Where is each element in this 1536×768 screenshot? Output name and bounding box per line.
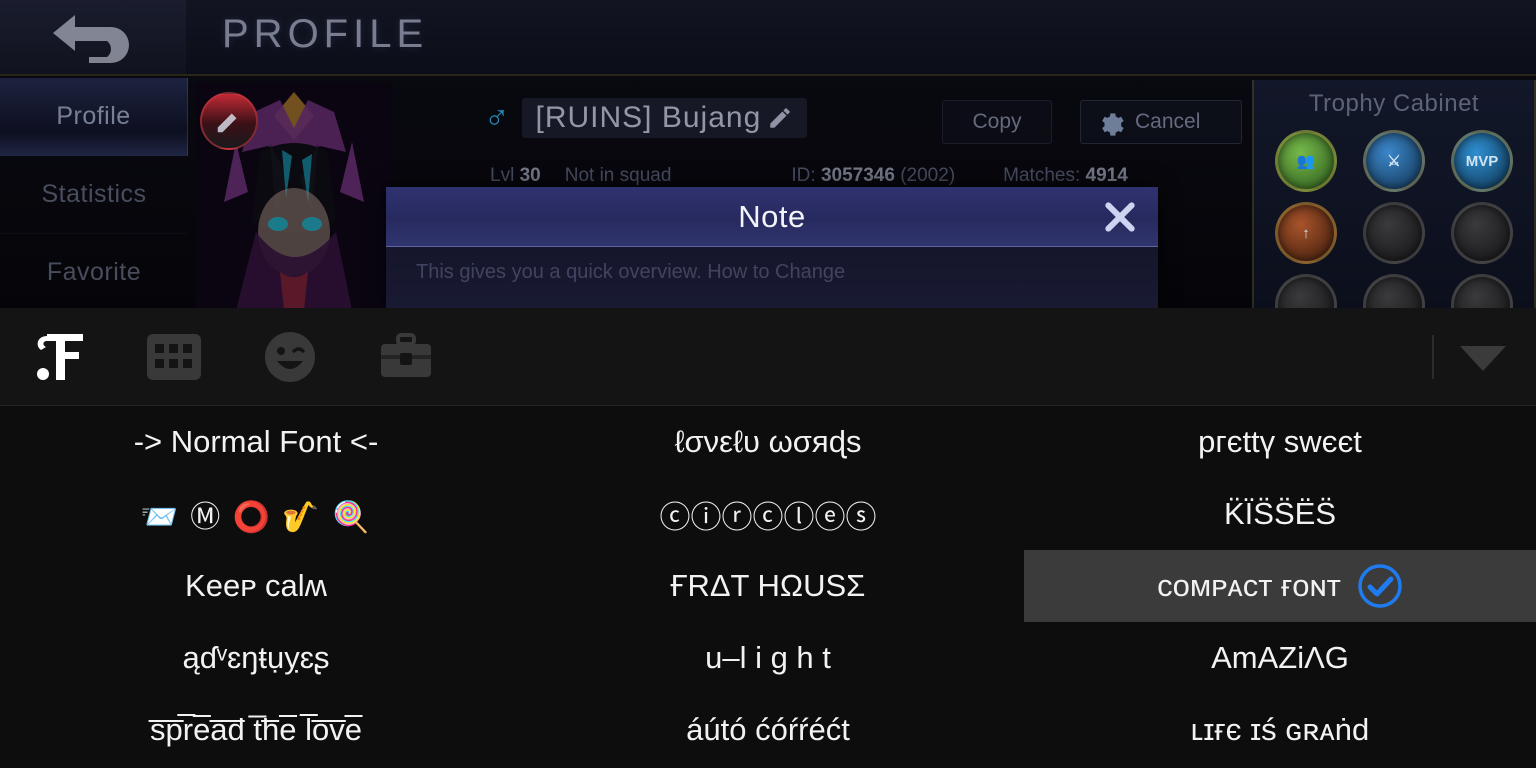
font-option[interactable]: u–l i g h t bbox=[512, 622, 1024, 694]
emoji-icon-button[interactable] bbox=[232, 308, 348, 406]
legend-badge[interactable]: ↑ bbox=[1275, 202, 1337, 264]
pencil-badge-icon bbox=[217, 113, 237, 133]
font-option-label: ҒRΔT HΩUSΣ bbox=[670, 568, 866, 603]
mvp-badge[interactable]: MVP bbox=[1451, 130, 1513, 192]
sidebar-item-statistics[interactable]: Statistics bbox=[0, 156, 188, 234]
font-option[interactable]: áútó ćóŕŕéćt bbox=[512, 694, 1024, 766]
locked-badge-1[interactable] bbox=[1363, 202, 1425, 264]
avatar-edit-button[interactable] bbox=[200, 92, 258, 150]
note-dialog-titlebar: Note bbox=[386, 187, 1158, 247]
font-option[interactable]: ℓσνεℓυ ωσяɖs bbox=[512, 406, 1024, 478]
trophy-cabinet-panel: Trophy Cabinet 👥 ⚔ MVP ↑ bbox=[1252, 80, 1536, 310]
font-option-label: K̈ÏS̈S̈ËS̈ bbox=[1224, 496, 1336, 531]
player-id: ID: 3057346 (2002) bbox=[791, 165, 956, 186]
cancel-button-label: Cancel bbox=[1135, 110, 1201, 133]
screen-root: PROFILE Profile Statistics Favorite ♂ [R… bbox=[0, 0, 1536, 768]
font-option[interactable]: K̈ÏS̈S̈ËS̈ bbox=[1024, 478, 1536, 550]
squad-status: Not in squad bbox=[564, 165, 672, 186]
sidebar-item-profile[interactable]: Profile bbox=[0, 78, 188, 156]
copy-button-label: Copy bbox=[972, 110, 1022, 133]
font-option[interactable]: ҒRΔT HΩUSΣ bbox=[512, 550, 1024, 622]
font-option[interactable]: ąɗᵛɛŋŧụỵɛʂ bbox=[0, 622, 512, 694]
font-option[interactable]: Keeᴘ calʍ bbox=[0, 550, 512, 622]
font-option[interactable]: ʟɪғє ɪś ɢʀᴀṅd bbox=[1024, 694, 1536, 766]
trophy-grid: 👥 ⚔ MVP ↑ bbox=[1269, 130, 1519, 310]
locked-badge-5[interactable] bbox=[1451, 274, 1513, 310]
sidebar-item-label: Favorite bbox=[46, 258, 142, 286]
player-name: [RUINS] Bujang bbox=[535, 101, 762, 134]
keyboard-toolbar bbox=[0, 308, 1536, 406]
font-option-label: ℓσνεℓυ ωσяɖs bbox=[674, 424, 862, 459]
font-option[interactable]: -> Normal Font <- bbox=[0, 406, 512, 478]
font-option-label: s̅p̅r̅e̅a̅d̅ t̅h̅e̅ l̅o̅v̅e̅ bbox=[150, 712, 362, 747]
font-option-label: -> Normal Font <- bbox=[133, 424, 379, 459]
trophy-cabinet-title: Trophy Cabinet bbox=[1308, 90, 1480, 117]
font-option[interactable]: s̅p̅r̅e̅a̅d̅ t̅h̅e̅ l̅o̅v̅e̅ bbox=[0, 694, 512, 766]
font-option[interactable]: ⓒⓘⓡⓒⓛⓔⓢ bbox=[512, 478, 1024, 550]
note-dialog-title: Note bbox=[738, 198, 806, 234]
cancel-button[interactable]: Cancel bbox=[1080, 100, 1242, 144]
fonts-logo-icon-button[interactable] bbox=[0, 308, 116, 406]
close-x-icon[interactable] bbox=[1100, 197, 1140, 237]
chevron-down-icon[interactable] bbox=[1454, 337, 1512, 377]
font-option-label: ᴄᴏᴍᴘᴀᴄᴛ ғᴏɴᴛ bbox=[1157, 568, 1341, 603]
gear-icon bbox=[1102, 113, 1124, 136]
sword-badge[interactable]: ⚔ bbox=[1363, 130, 1425, 192]
font-style-list: -> Normal Font <- ℓσνεℓυ ωσяɖs pгєttү swєє… bbox=[0, 406, 1536, 768]
font-option-label: AmΑZiΛG bbox=[1211, 640, 1349, 675]
profile-sidebar: Profile Statistics Favorite bbox=[0, 78, 188, 310]
locked-badge-2[interactable] bbox=[1451, 202, 1513, 264]
font-option-label: u–l i g h t bbox=[705, 640, 831, 675]
keyboard-layout-icon bbox=[147, 333, 201, 380]
player-name-plate[interactable]: [RUINS] Bujang bbox=[521, 98, 808, 138]
teamwork-badge[interactable]: 👥 bbox=[1275, 130, 1337, 192]
matches-count: Matches: 4914 bbox=[1003, 165, 1128, 186]
locked-badge-4[interactable] bbox=[1363, 274, 1425, 310]
fonts-logo-icon bbox=[37, 333, 83, 380]
emoji-wink-icon bbox=[265, 331, 315, 382]
font-option-label: ʟɪғє ɪś ɢʀᴀṅd bbox=[1190, 712, 1370, 747]
level-label: Lvl 30 bbox=[490, 165, 541, 186]
toolbar-divider bbox=[1432, 335, 1434, 379]
check-circle-icon bbox=[1358, 564, 1402, 608]
sidebar-item-label: Profile bbox=[56, 102, 131, 130]
font-option[interactable]: AmΑZiΛG bbox=[1024, 622, 1536, 694]
font-option-label: pгєttү swєєt bbox=[1198, 424, 1362, 459]
back-button[interactable] bbox=[0, 0, 186, 74]
game-top-bar: PROFILE bbox=[0, 0, 1536, 76]
toolbox-icon-button[interactable] bbox=[348, 308, 464, 406]
font-option-label: áútó ćóŕŕéćt bbox=[686, 712, 850, 747]
keyboard-layout-icon-button[interactable] bbox=[116, 308, 232, 406]
sidebar-item-favorite[interactable]: Favorite bbox=[0, 234, 188, 310]
font-option-label: Keeᴘ calʍ bbox=[185, 568, 327, 603]
font-option[interactable]: 📨 Ⓜ ⭕ 🎷 🍭 bbox=[0, 478, 512, 550]
toolbox-icon bbox=[381, 332, 431, 377]
font-option-label: ąɗᵛɛŋŧụỵɛʂ bbox=[182, 640, 330, 675]
font-option[interactable]: pгєttү swєєt bbox=[1024, 406, 1536, 478]
font-option-label: 📨 Ⓜ ⭕ 🎷 🍭 bbox=[140, 501, 372, 534]
profile-meta-row: Lvl 30 Not in squad ID: 3057346 (2002) M… bbox=[490, 165, 1128, 187]
font-option-label: ⓒⓘⓡⓒⓛⓔⓢ bbox=[659, 499, 877, 535]
male-symbol-icon: ♂ bbox=[484, 98, 510, 137]
font-option-selected[interactable]: ᴄᴏᴍᴘᴀᴄᴛ ғᴏɴᴛ bbox=[1024, 550, 1536, 622]
back-arrow-icon bbox=[53, 15, 129, 63]
sidebar-item-label: Statistics bbox=[41, 180, 147, 208]
player-name-row: ♂ [RUINS] Bujang bbox=[484, 98, 808, 138]
locked-badge-3[interactable] bbox=[1275, 274, 1337, 310]
keyboard-font-panel: -> Normal Font <- ℓσνεℓυ ωσяɖs pгєttү swєє… bbox=[0, 308, 1536, 768]
pencil-icon[interactable] bbox=[767, 105, 793, 131]
note-dialog-body: This gives you a quick overview. How to … bbox=[386, 247, 1158, 310]
note-dialog-text: This gives you a quick overview. How to … bbox=[416, 261, 846, 283]
page-title: PROFILE bbox=[222, 12, 429, 56]
copy-button[interactable]: Copy bbox=[942, 100, 1052, 144]
note-dialog: Note This gives you a quick overview. Ho… bbox=[386, 187, 1158, 310]
